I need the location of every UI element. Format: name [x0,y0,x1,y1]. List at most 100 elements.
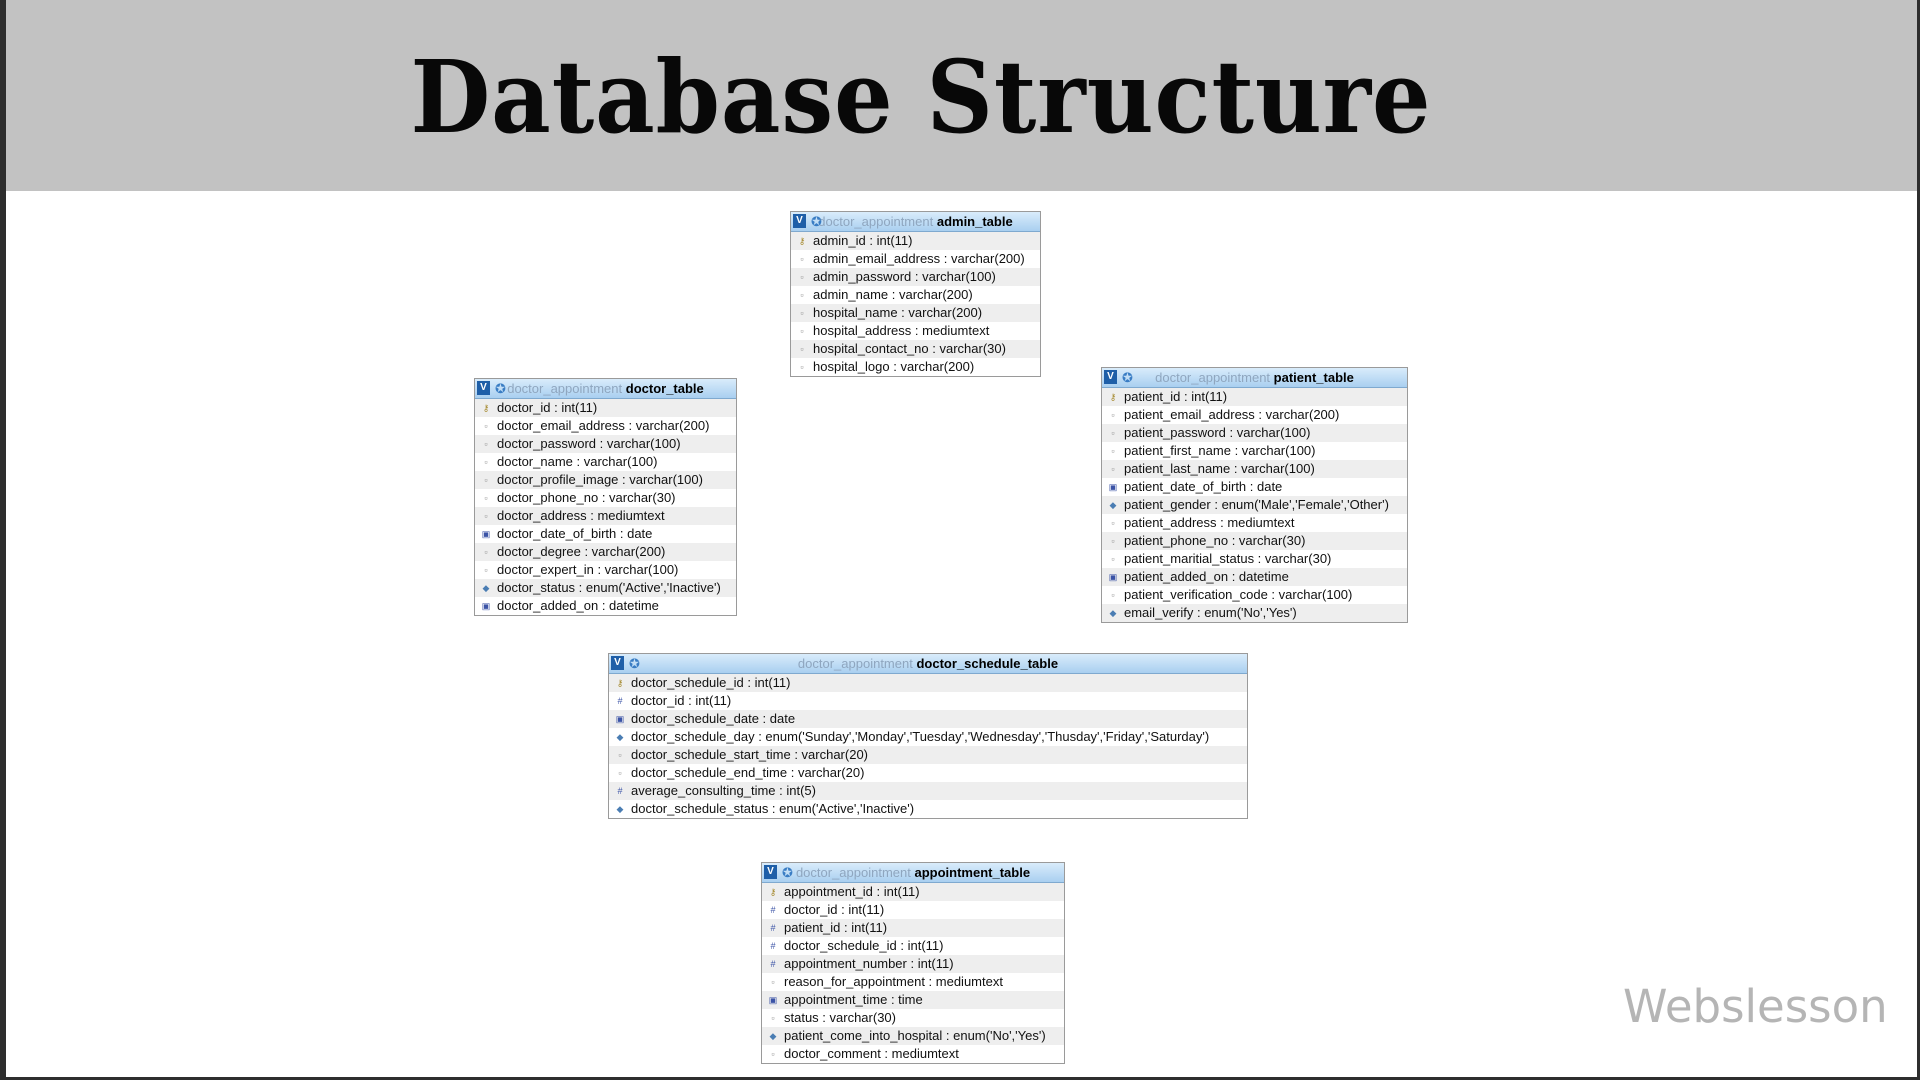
column-label: email_verify : enum('No','Yes') [1124,605,1297,620]
appointment-table[interactable]: V ✪ doctor_appointment appointment_table ⚷ a… [761,862,1065,1064]
column-label: patient_verification_code : varchar(100) [1124,587,1353,602]
column-row[interactable]: ▫ patient_phone_no : varchar(30) [1102,532,1407,550]
column-row[interactable]: ▫ patient_verification_code : varchar(100… [1102,586,1407,604]
table-header[interactable]: V ✪ doctor_appointment doctor_schedule_tab… [609,654,1247,674]
admin-table[interactable]: V ✪ doctor_appointment admin_table ⚷ admin_i… [790,211,1041,377]
collapse-toggle-icon[interactable]: V [611,656,624,670]
primary-column-icon: ⚷ [769,887,777,897]
column-row[interactable]: # appointment_number : int(11) [762,955,1064,973]
column-row[interactable]: ▫ admin_name : varchar(200) [791,286,1040,304]
text-column-icon: ▫ [800,290,804,300]
patient-table[interactable]: V ✪ doctor_appointment patient_table ⚷ patie… [1101,367,1408,623]
column-label: doctor_schedule_start_time : varchar(20) [631,747,869,762]
gear-icon[interactable]: ✪ [1121,371,1134,384]
column-row[interactable]: ▫ doctor_password : varchar(100) [475,435,736,453]
column-row[interactable]: ▫ hospital_contact_no : varchar(30) [791,340,1040,358]
column-row[interactable]: ▣ patient_added_on : datetime [1102,568,1407,586]
column-label: doctor_date_of_birth : date [497,526,653,541]
column-row[interactable]: # doctor_id : int(11) [609,692,1247,710]
gear-icon[interactable]: ✪ [628,657,641,670]
column-row[interactable]: ▣ doctor_date_of_birth : date [475,525,736,543]
column-row[interactable]: ▫ doctor_comment : mediumtext [762,1045,1064,1063]
column-list: ⚷ patient_id : int(11) ▫ patient_email_addr… [1102,388,1407,622]
primary-column-icon: ⚷ [1109,392,1117,402]
table-header[interactable]: V ✪ doctor_appointment admin_table [791,212,1040,232]
column-row[interactable]: ▫ hospital_address : mediumtext [791,322,1040,340]
column-row[interactable]: ▫ hospital_name : varchar(200) [791,304,1040,322]
column-row[interactable]: ▫ doctor_name : varchar(100) [475,453,736,471]
column-label: patient_id : int(11) [784,920,888,935]
column-row[interactable]: ▫ doctor_schedule_end_time : varchar(20) [609,764,1247,782]
column-row[interactable]: ▫ hospital_logo : varchar(200) [791,358,1040,376]
column-row[interactable]: # doctor_id : int(11) [762,901,1064,919]
column-row[interactable]: ▫ patient_address : mediumtext [1102,514,1407,532]
column-row[interactable]: ▣ appointment_time : time [762,991,1064,1009]
column-row[interactable]: ⚷ patient_id : int(11) [1102,388,1407,406]
doctor-table[interactable]: V ✪ doctor_appointment doctor_table ⚷ doctor… [474,378,737,616]
doctor-schedule-table[interactable]: V ✪ doctor_appointment doctor_schedule_tab… [608,653,1248,819]
date-column-icon: ▣ [615,714,625,724]
text-column-icon: ▫ [1111,446,1115,456]
table-header[interactable]: V ✪ doctor_appointment doctor_table [475,379,736,399]
text-column-icon: ▫ [484,439,488,449]
column-label: doctor_profile_image : varchar(100) [497,472,703,487]
gear-icon[interactable]: ✪ [781,866,794,879]
column-row[interactable]: ◆ email_verify : enum('No','Yes') [1102,604,1407,622]
column-row[interactable]: ▫ doctor_address : mediumtext [475,507,736,525]
column-row[interactable]: ▫ patient_password : varchar(100) [1102,424,1407,442]
table-name: doctor_table [625,381,704,396]
primary-column-icon: ⚷ [616,678,624,688]
column-row[interactable]: ▫ admin_email_address : varchar(200) [791,250,1040,268]
column-row[interactable]: # average_consulting_time : int(5) [609,782,1247,800]
column-row[interactable]: ◆ patient_gender : enum('Male','Female','… [1102,496,1407,514]
text-column-icon: ▫ [800,344,804,354]
column-row[interactable]: ▫ doctor_schedule_start_time : varchar(20… [609,746,1247,764]
column-row[interactable]: ▣ doctor_schedule_date : date [609,710,1247,728]
column-row[interactable]: ⚷ doctor_schedule_id : int(11) [609,674,1247,692]
text-column-icon: ▫ [1111,464,1115,474]
column-row[interactable]: ▫ doctor_expert_in : varchar(100) [475,561,736,579]
column-row[interactable]: ▫ doctor_degree : varchar(200) [475,543,736,561]
column-row[interactable]: # patient_id : int(11) [762,919,1064,937]
column-row[interactable]: ▫ patient_email_address : varchar(200) [1102,406,1407,424]
column-row[interactable]: ◆ doctor_schedule_day : enum('Sunday','Mo… [609,728,1247,746]
column-row[interactable]: ▫ doctor_profile_image : varchar(100) [475,471,736,489]
text-column-icon: ▫ [800,308,804,318]
column-label: appointment_number : int(11) [784,956,954,971]
text-column-icon: ▫ [484,547,488,557]
column-row[interactable]: ⚷ doctor_id : int(11) [475,399,736,417]
column-row[interactable]: # doctor_schedule_id : int(11) [762,937,1064,955]
column-row[interactable]: ▫ patient_first_name : varchar(100) [1102,442,1407,460]
column-row[interactable]: ▫ admin_password : varchar(100) [791,268,1040,286]
column-row[interactable]: ◆ patient_come_into_hospital : enum('No',… [762,1027,1064,1045]
column-row[interactable]: ⚷ admin_id : int(11) [791,232,1040,250]
column-row[interactable]: ⚷ appointment_id : int(11) [762,883,1064,901]
gear-icon[interactable]: ✪ [810,215,823,228]
column-list: ⚷ doctor_schedule_id : int(11) # doctor_id … [609,674,1247,818]
gear-icon[interactable]: ✪ [494,382,507,395]
table-header[interactable]: V ✪ doctor_appointment appointment_table [762,863,1064,883]
date-column-icon: ▣ [768,995,778,1005]
collapse-toggle-icon[interactable]: V [477,381,490,395]
collapse-toggle-icon[interactable]: V [1104,370,1117,384]
column-row[interactable]: ▫ status : varchar(30) [762,1009,1064,1027]
table-name: doctor_schedule_table [916,656,1059,671]
table-header[interactable]: V ✪ doctor_appointment patient_table [1102,368,1407,388]
text-column-icon: ▫ [800,362,804,372]
collapse-toggle-icon[interactable]: V [764,865,777,879]
column-row[interactable]: ▣ doctor_added_on : datetime [475,597,736,615]
column-label: doctor_schedule_id : int(11) [784,938,944,953]
collapse-toggle-icon[interactable]: V [793,214,806,228]
column-row[interactable]: ◆ doctor_schedule_status : enum('Active',… [609,800,1247,818]
column-row[interactable]: ◆ doctor_status : enum('Active','Inactive… [475,579,736,597]
column-row[interactable]: ▫ doctor_phone_no : varchar(30) [475,489,736,507]
column-row[interactable]: ▫ reason_for_appointment : mediumtext [762,973,1064,991]
date-column-icon: ▣ [1108,482,1118,492]
column-row[interactable]: ▫ patient_last_name : varchar(100) [1102,460,1407,478]
column-row[interactable]: ▫ patient_maritial_status : varchar(30) [1102,550,1407,568]
column-list: ⚷ appointment_id : int(11) # doctor_id : in… [762,883,1064,1063]
column-row[interactable]: ▫ doctor_email_address : varchar(200) [475,417,736,435]
foreign-column-icon: # [770,959,776,969]
column-row[interactable]: ▣ patient_date_of_birth : date [1102,478,1407,496]
text-column-icon: ▫ [618,750,622,760]
